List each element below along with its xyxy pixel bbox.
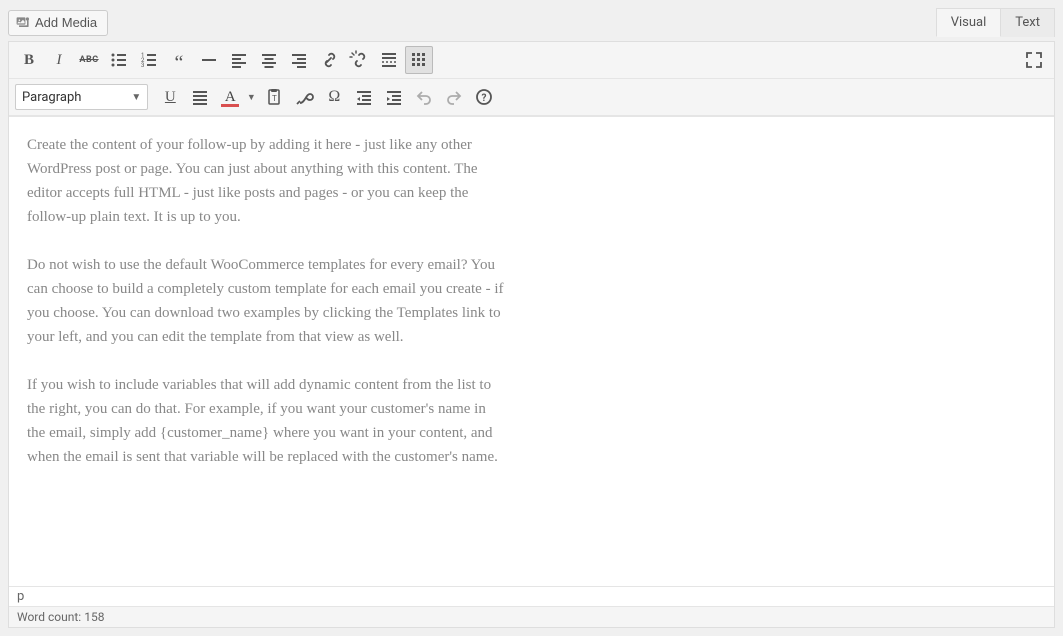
bold-button[interactable]: B — [15, 46, 43, 74]
wordcount-value: 158 — [84, 610, 104, 624]
redo-button[interactable] — [440, 83, 468, 111]
unlink-button[interactable] — [345, 46, 373, 74]
clear-format-button[interactable] — [290, 83, 318, 111]
strikethrough-button[interactable]: ABC — [75, 46, 103, 74]
format-select[interactable]: Paragraph ▼ — [15, 84, 148, 110]
wordcount-label: Word count: — [17, 610, 81, 624]
numbered-list-button[interactable]: 123 — [135, 46, 163, 74]
help-button[interactable]: ? — [470, 83, 498, 111]
blockquote-button[interactable]: “ — [165, 46, 193, 74]
chevron-down-icon: ▼ — [131, 92, 141, 103]
bullet-list-button[interactable] — [105, 46, 133, 74]
align-center-button[interactable] — [255, 46, 283, 74]
fullscreen-button[interactable] — [1020, 46, 1048, 74]
format-select-label: Paragraph — [22, 90, 81, 105]
element-path-bar: p — [9, 586, 1054, 606]
toolbar-row-2: Paragraph ▼ U A ▼ T Ω ? — [9, 79, 1054, 116]
italic-button[interactable]: I — [45, 46, 73, 74]
content-paragraph: If you wish to include variables that wi… — [27, 373, 507, 469]
link-button[interactable] — [315, 46, 343, 74]
content-paragraph: Do not wish to use the default WooCommer… — [27, 253, 507, 349]
underline-button[interactable]: U — [156, 83, 184, 111]
svg-text:3: 3 — [141, 62, 144, 69]
editor-top-row: Add Media Visual Text — [8, 8, 1055, 37]
toolbar-toggle-button[interactable] — [405, 46, 433, 74]
media-icon — [15, 15, 31, 31]
element-path[interactable]: p — [17, 589, 24, 604]
hr-button[interactable] — [195, 46, 223, 74]
read-more-button[interactable] — [375, 46, 403, 74]
content-paragraph: Create the content of your follow-up by … — [27, 133, 507, 229]
add-media-label: Add Media — [35, 15, 97, 30]
paste-text-button[interactable]: T — [260, 83, 288, 111]
editor-box: B I ABC 123 “ Paragraph ▼ U A — [8, 41, 1055, 628]
tab-text[interactable]: Text — [1001, 8, 1055, 37]
editor-mode-tabs: Visual Text — [936, 8, 1055, 37]
editor-content[interactable]: Create the content of your follow-up by … — [9, 116, 1054, 586]
add-media-button[interactable]: Add Media — [8, 10, 108, 36]
justify-button[interactable] — [186, 83, 214, 111]
text-color-button[interactable]: A — [216, 83, 244, 111]
text-color-menu-button[interactable]: ▼ — [244, 83, 258, 111]
align-right-button[interactable] — [285, 46, 313, 74]
editor-wrap: Add Media Visual Text B I ABC 123 “ — [8, 8, 1055, 628]
undo-button[interactable] — [410, 83, 438, 111]
indent-button[interactable] — [380, 83, 408, 111]
status-bar: Word count: 158 — [9, 606, 1054, 627]
toolbar-row-1: B I ABC 123 “ — [9, 42, 1054, 79]
tab-visual[interactable]: Visual — [936, 8, 1002, 37]
svg-text:T: T — [272, 94, 277, 103]
special-char-button[interactable]: Ω — [320, 83, 348, 111]
svg-text:?: ? — [482, 93, 487, 104]
outdent-button[interactable] — [350, 83, 378, 111]
align-left-button[interactable] — [225, 46, 253, 74]
